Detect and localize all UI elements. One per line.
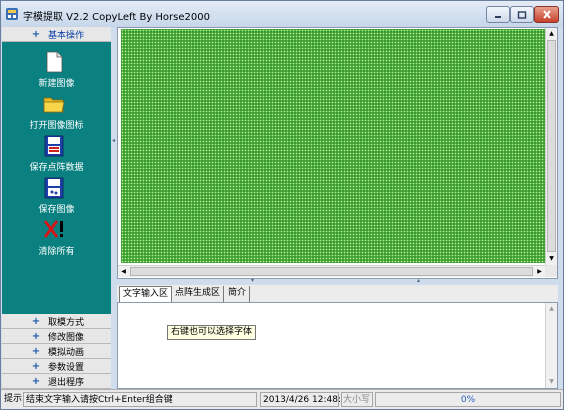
tab-bar: 文字输入区 点阵生成区 简介 [117, 285, 558, 302]
progress-percent: 0% [460, 395, 476, 405]
canvas-horizontal-scrollbar[interactable]: ◀ ▶ [118, 265, 546, 277]
section-label: 修改图像 [48, 332, 85, 343]
splitter-grip-icon: ▾ [251, 277, 255, 284]
sidebar: + 基本操作 新建图像 打开图像图标 保存点阵数据 保存图像 清除所有 + 取模… [2, 27, 111, 389]
new-image-button[interactable]: 新建图像 [2, 50, 111, 90]
tool-label: 保存图像 [38, 205, 75, 215]
section-edit-image[interactable]: + 修改图像 [2, 329, 111, 344]
plus-icon: + [31, 330, 41, 342]
splitter-grip-icon: ◂ [112, 137, 116, 144]
section-mode[interactable]: + 取模方式 [2, 314, 111, 329]
clear-all-button[interactable]: 清除所有 [2, 218, 111, 258]
tool-label: 新建图像 [38, 79, 75, 89]
maximize-button[interactable] [510, 6, 534, 23]
new-document-icon [46, 51, 63, 73]
section-exit[interactable]: + 退出程序 [2, 374, 111, 389]
canvas-vertical-scrollbar[interactable]: ▲ ▼ [545, 28, 557, 265]
plus-icon: + [31, 315, 41, 327]
status-hint-label: 提示 [4, 394, 23, 404]
scroll-thumb[interactable] [130, 267, 533, 276]
close-button[interactable] [534, 6, 559, 23]
scroll-thumb[interactable] [547, 40, 556, 252]
tab-matrix-output[interactable]: 点阵生成区 [172, 286, 225, 302]
status-datetime: 2013/4/26 12:48:02 [260, 392, 352, 407]
tool-label: 保存点阵数据 [29, 163, 84, 173]
section-label: 模拟动画 [48, 347, 85, 358]
scroll-down-icon[interactable]: ▼ [546, 376, 557, 387]
scroll-down-icon[interactable]: ▼ [546, 253, 557, 264]
save-image-icon [44, 177, 64, 199]
minimize-icon [495, 15, 501, 18]
tab-text-input[interactable]: 文字输入区 [119, 286, 173, 302]
splitter-grip-icon: ▴ [417, 277, 421, 284]
save-image-button[interactable]: 保存图像 [2, 176, 111, 216]
plus-icon: + [31, 28, 41, 40]
title-bar[interactable]: 字模提取 V2.2 CopyLeft By Horse2000 [1, 1, 563, 27]
maximize-icon [517, 10, 527, 19]
window-title: 字模提取 V2.2 CopyLeft By Horse2000 [23, 12, 210, 23]
save-data-icon [44, 135, 64, 157]
section-settings[interactable]: + 参数设置 [2, 359, 111, 374]
plus-icon: + [31, 375, 41, 387]
section-label: 退出程序 [48, 377, 85, 388]
status-bar: 提示 结束文字输入请按Ctrl+Enter组合键 2013/4/26 12:48… [1, 389, 563, 409]
tool-label: 清除所有 [38, 247, 75, 257]
minimize-button[interactable] [486, 6, 510, 23]
font-tooltip: 右键也可以选择字体 [167, 325, 257, 340]
status-hint-text: 结束文字输入请按Ctrl+Enter组合键 [23, 392, 257, 407]
tab-about[interactable]: 简介 [225, 286, 251, 302]
close-icon [542, 10, 551, 19]
plus-icon: + [31, 345, 41, 357]
app-window: 字模提取 V2.2 CopyLeft By Horse2000 + 基本操作 新… [0, 0, 564, 410]
scroll-right-icon[interactable]: ▶ [534, 266, 545, 277]
scroll-corner [545, 265, 557, 277]
scroll-up-icon[interactable]: ▲ [546, 303, 557, 314]
open-image-button[interactable]: 打开图像图标 [2, 92, 111, 132]
text-vertical-scrollbar[interactable]: ▲ ▼ [545, 303, 557, 388]
section-label: 基本操作 [48, 30, 85, 41]
scroll-up-icon[interactable]: ▲ [546, 28, 557, 39]
tool-label: 打开图像图标 [29, 121, 84, 131]
status-progress: 0% [375, 392, 561, 407]
status-caps: 大小写 [341, 392, 373, 407]
text-input-area[interactable]: 右键也可以选择字体 ▲ ▼ [117, 302, 558, 389]
dot-matrix-grid[interactable] [121, 29, 545, 263]
open-folder-icon [43, 97, 65, 113]
app-icon [6, 8, 18, 20]
dot-matrix-panel: ▲ ▼ ◀ ▶ [117, 27, 558, 279]
section-label: 取模方式 [48, 317, 85, 328]
clear-all-icon [43, 220, 63, 238]
scroll-left-icon[interactable]: ◀ [118, 266, 129, 277]
section-label: 参数设置 [48, 362, 85, 373]
section-basic-ops[interactable]: + 基本操作 [2, 27, 111, 42]
save-data-button[interactable]: 保存点阵数据 [2, 134, 111, 174]
plus-icon: + [31, 360, 41, 372]
section-animation[interactable]: + 模拟动画 [2, 344, 111, 359]
